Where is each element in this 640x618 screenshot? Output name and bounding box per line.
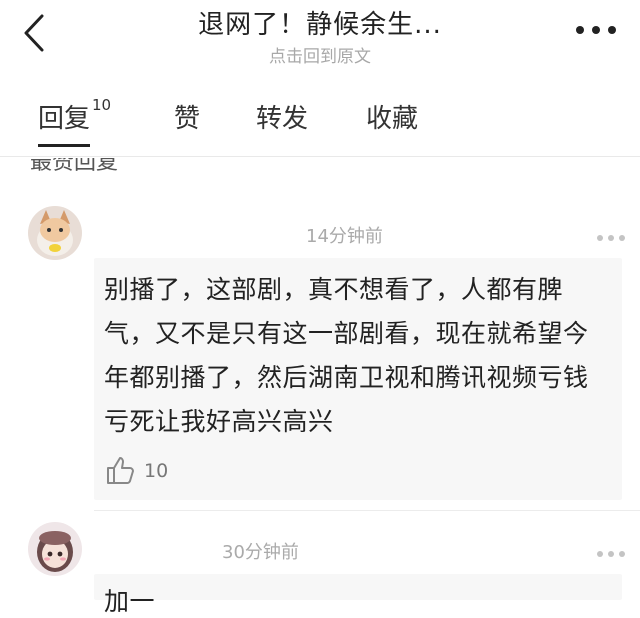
comment-text-line: 年都别播了，然后湖南卫视和腾讯视频亏钱 [104,363,589,392]
avatar-anime-image [28,522,82,576]
comment-text-line: 加一 [104,587,156,616]
comment-card [94,574,622,600]
more-dots-icon [576,26,616,34]
avatar-cat-image [28,206,82,260]
post-title: 退网了！静候余生... [198,10,442,40]
comment-more-button[interactable] [596,228,626,241]
comment-text-line: 气，又不是只有这一部剧看，现在就希望今 [104,319,589,348]
thumbs-up-icon [107,457,134,484]
avatar[interactable] [28,206,82,260]
comment-text-line: 别播了，这部剧，真不想看了，人都有脾 [104,275,564,304]
tab-reposts[interactable]: 转发 [256,98,308,135]
comment-text-line: 亏死让我好高兴高兴 [104,407,334,436]
tab-favorites-label: 收藏 [366,104,419,134]
back-to-original-link[interactable]: 点击回到原文 [0,42,640,67]
comment-time: 14分钟前 [306,226,383,247]
tab-replies-count: 10 [92,96,112,114]
section-label: 最赞回复 [30,158,119,175]
active-tab-indicator [38,144,90,147]
divider [94,510,640,511]
tab-likes[interactable]: 赞 [174,98,200,135]
tab-likes-label: 赞 [174,104,201,134]
tab-favorites[interactable]: 收藏 [366,98,418,135]
more-dots-icon [597,235,625,241]
more-dots-icon [597,551,625,557]
like-button[interactable] [104,454,136,490]
more-button[interactable] [574,18,618,42]
tab-bar: 回复 10 赞 转发 收藏 [0,84,640,157]
comment-more-button[interactable] [596,544,626,557]
comment-time: 30分钟前 [222,542,299,563]
like-count: 10 [144,460,169,482]
tab-replies[interactable]: 回复 10 [38,96,112,135]
tab-replies-label: 回复 [38,104,91,134]
avatar[interactable] [28,522,82,576]
tab-reposts-label: 转发 [256,104,309,134]
top-bar: 退网了！静候余生... 点击回到原文 [0,0,640,72]
